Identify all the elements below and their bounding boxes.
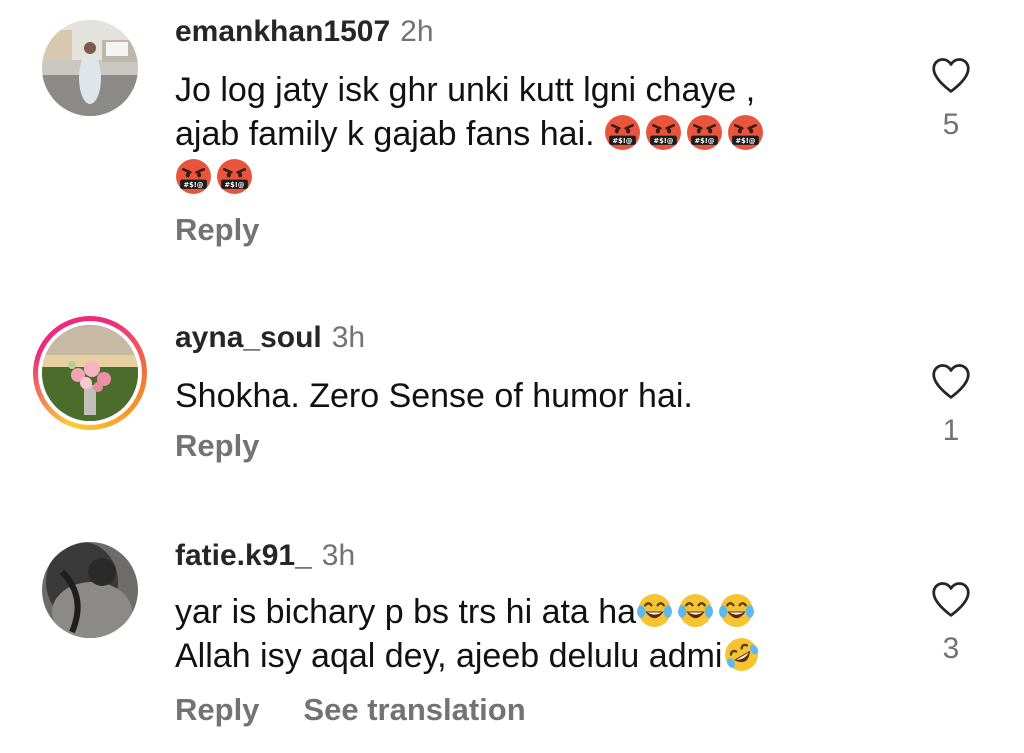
reply-button[interactable]: Reply xyxy=(175,692,259,727)
emoji-group: #$!@ #$!@ #$!@ #$!@ xyxy=(604,115,768,153)
comment-text-line: ajab family k gajab fans hai. #$!@ #$!@ … xyxy=(175,112,865,156)
comment-text-line: Allah isy aqal dey, ajeeb delulu admi xyxy=(175,634,865,678)
face-with-symbols-on-mouth-icon: #$!@ xyxy=(645,114,682,151)
face-with-symbols-on-mouth-icon: #$!@ xyxy=(216,158,253,195)
avatar-image xyxy=(42,20,138,116)
comment-text: Shokha. Zero Sense of humor hai. xyxy=(175,374,865,418)
comment-text-fragment: yar is bichary p bs trs hi ata ha xyxy=(175,593,637,631)
comment-actions: Reply See translation xyxy=(175,692,570,728)
emoji-group xyxy=(723,637,764,675)
reply-button[interactable]: Reply xyxy=(175,428,259,463)
comment-actions: Reply xyxy=(175,212,303,248)
svg-text:#$!@: #$!@ xyxy=(736,137,756,145)
username[interactable]: ayna_soul xyxy=(175,321,322,354)
like-area: 3 xyxy=(924,580,978,666)
like-count: 5 xyxy=(942,108,960,141)
comment-text-line: Jo log jaty isk ghr unki kutt lgni chaye… xyxy=(175,71,756,109)
emoji-group: #$!@ #$!@ xyxy=(175,156,865,200)
avatar-image xyxy=(42,325,138,421)
comment-text-line: Shokha. Zero Sense of humor hai. xyxy=(175,377,693,415)
face-with-symbols-on-mouth-icon: #$!@ xyxy=(175,158,212,195)
svg-text:#$!@: #$!@ xyxy=(654,137,674,145)
face-with-symbols-on-mouth-icon: #$!@ xyxy=(604,114,641,151)
face-with-tears-of-joy-icon xyxy=(718,592,755,629)
reply-button[interactable]: Reply xyxy=(175,212,259,247)
comment-meta: ayna_soul 3h xyxy=(175,320,365,356)
avatar[interactable] xyxy=(42,542,138,638)
avatar[interactable] xyxy=(42,325,138,421)
comment-actions: Reply xyxy=(175,428,303,464)
username[interactable]: fatie.k91_ xyxy=(175,539,312,572)
face-with-tears-of-joy-icon xyxy=(636,592,673,629)
avatar[interactable] xyxy=(42,20,138,116)
face-with-symbols-on-mouth-icon: #$!@ xyxy=(686,114,723,151)
comment-meta: fatie.k91_ 3h xyxy=(175,538,355,574)
face-with-symbols-on-mouth-icon: #$!@ xyxy=(727,114,764,151)
heart-icon[interactable] xyxy=(930,580,972,618)
comment-text-fragment: Allah isy aqal dey, ajeeb delulu admi xyxy=(175,637,723,675)
comment-text-line: yar is bichary p bs trs hi ata ha xyxy=(175,590,865,634)
rolling-on-floor-laughing-icon xyxy=(723,636,760,673)
comment-text: Jo log jaty isk ghr unki kutt lgni chaye… xyxy=(175,68,865,200)
timestamp: 2h xyxy=(400,15,434,48)
svg-text:#$!@: #$!@ xyxy=(225,181,245,189)
heart-icon[interactable] xyxy=(930,362,972,400)
emoji-group xyxy=(636,593,759,631)
comment-text-fragment: ajab family k gajab fans hai. xyxy=(175,115,595,153)
username[interactable]: emankhan1507 xyxy=(175,15,390,48)
like-count: 3 xyxy=(942,632,960,665)
avatar-image xyxy=(42,542,138,638)
story-ring[interactable] xyxy=(33,316,147,430)
see-translation-button[interactable]: See translation xyxy=(303,692,525,727)
svg-text:#$!@: #$!@ xyxy=(184,181,204,189)
like-area: 5 xyxy=(924,56,978,142)
svg-text:#$!@: #$!@ xyxy=(613,137,633,145)
timestamp: 3h xyxy=(331,321,366,354)
like-count: 1 xyxy=(942,414,960,447)
like-area: 1 xyxy=(924,362,978,448)
svg-text:#$!@: #$!@ xyxy=(695,137,715,145)
timestamp: 3h xyxy=(321,539,356,572)
face-with-tears-of-joy-icon xyxy=(677,592,714,629)
comment-text: yar is bichary p bs trs hi ata ha Allah … xyxy=(175,590,865,678)
comment-meta: emankhan1507 2h xyxy=(175,14,434,50)
heart-icon[interactable] xyxy=(930,56,972,94)
